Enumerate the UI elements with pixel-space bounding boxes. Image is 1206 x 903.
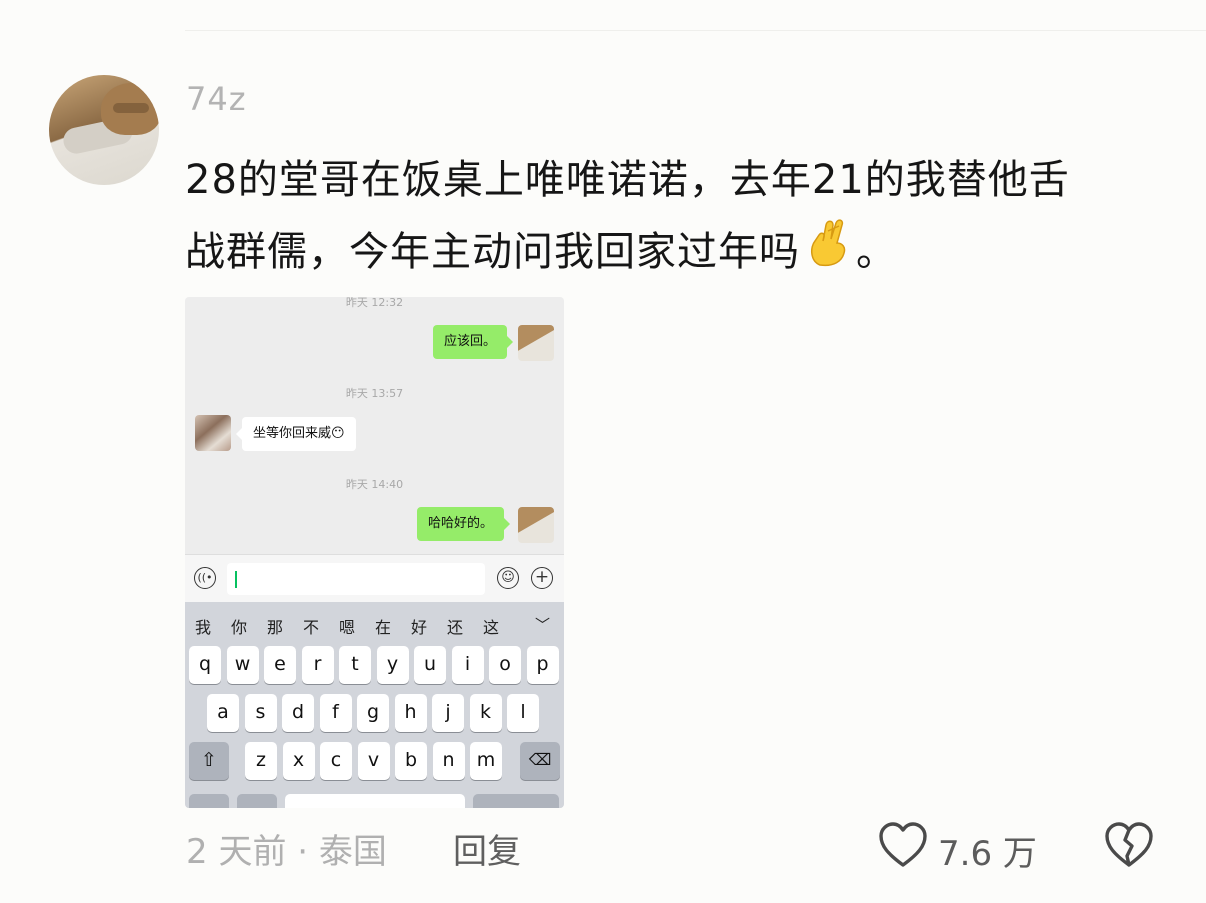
reply-button[interactable]: 回复 <box>453 824 521 873</box>
chat-bubble-outgoing: 哈哈好的。 <box>417 507 511 541</box>
chat-input-bar: ((• ☺ + <box>185 554 564 602</box>
crossed-fingers-icon <box>806 217 850 292</box>
chat-bubble-outgoing: 应该回。 <box>433 325 514 359</box>
username[interactable]: 74z <box>186 80 247 118</box>
key-n: n <box>432 742 465 780</box>
self-avatar <box>518 507 554 543</box>
candidate-word: 我 <box>195 618 212 637</box>
key-s: s <box>244 694 277 732</box>
keyboard-bottom-key <box>473 794 559 808</box>
key-z: z <box>245 742 277 780</box>
key-m: m <box>470 742 502 780</box>
key-t: t <box>339 646 371 684</box>
key-b: b <box>395 742 427 780</box>
key-g: g <box>357 694 389 732</box>
candidate-word: 不 <box>303 618 320 637</box>
key-j: j <box>432 694 464 732</box>
friend-avatar <box>195 415 231 451</box>
self-avatar <box>518 325 554 361</box>
broken-heart-icon[interactable] <box>1104 822 1154 868</box>
key-i: i <box>451 646 484 684</box>
candidate-word: 好 <box>411 618 428 637</box>
key-q: q <box>189 646 221 684</box>
key-w: w <box>226 646 259 684</box>
key-u: u <box>414 646 446 684</box>
key-o: o <box>489 646 521 684</box>
key-h: h <box>394 694 427 732</box>
key-x: x <box>282 742 315 780</box>
message-input <box>227 563 485 595</box>
key-l: l <box>507 694 539 732</box>
candidate-bar: 我 你 那 不 嗯 在 好 还 这 ﹀ <box>185 602 564 646</box>
key-a: a <box>207 694 239 732</box>
chevron-down-icon: ﹀ <box>535 616 551 634</box>
key-f: f <box>319 694 352 732</box>
comment-end: 。 <box>856 229 897 275</box>
top-divider <box>185 30 1206 31</box>
message-timestamp: 昨天 14:40 <box>345 478 404 491</box>
candidate-word: 那 <box>267 618 284 637</box>
message-timestamp: 昨天 12:32 <box>345 297 404 309</box>
keyboard-bottom-key <box>189 794 229 808</box>
keyboard: 我 你 那 不 嗯 在 好 还 这 ﹀ qwertyuiop asdfghjkl z… <box>185 602 564 808</box>
key-y: y <box>376 646 409 684</box>
heart-icon[interactable] <box>878 822 928 868</box>
comment-line-2: 战群儒，今年主动问我回家过年吗 <box>185 229 800 275</box>
key-k: k <box>469 694 502 732</box>
comment-text: 28的堂哥在饭桌上唯唯诺诺，去年21的我替他舌 战群儒，今年主动问我回家过年吗 。 <box>185 144 1175 292</box>
voice-icon: ((• <box>194 567 216 589</box>
emoji-icon: ☺ <box>497 567 519 589</box>
key-v: v <box>357 742 390 780</box>
chat-screenshot[interactable]: 昨天 12:32 应该回。 昨天 13:57 坐等你回来威😶 昨天 14:40 … <box>185 297 564 808</box>
candidate-word: 这 <box>483 618 500 637</box>
candidate-word: 嗯 <box>339 618 356 637</box>
comment-line-1: 28的堂哥在饭桌上唯唯诺诺，去年21的我替他舌 <box>185 157 1070 203</box>
message-timestamp: 昨天 13:57 <box>345 387 404 400</box>
shift-icon: ⇧ <box>189 742 229 780</box>
key-p: p <box>526 646 559 684</box>
keyboard-bottom-key <box>237 794 277 808</box>
key-r: r <box>301 646 334 684</box>
space-key <box>285 794 465 808</box>
candidate-word: 在 <box>375 618 392 637</box>
backspace-icon: ⌫ <box>520 742 560 780</box>
plus-icon: + <box>531 567 553 589</box>
chat-bubble-incoming: 坐等你回来威😶 <box>236 417 356 451</box>
key-e: e <box>264 646 296 684</box>
key-d: d <box>282 694 314 732</box>
candidate-word: 你 <box>231 618 248 637</box>
avatar[interactable] <box>49 75 159 185</box>
comment-meta: 2 天前 · 泰国 <box>186 832 387 872</box>
like-count: 7.6 万 <box>938 834 1037 874</box>
candidate-word: 还 <box>447 618 464 637</box>
key-c: c <box>320 742 352 780</box>
